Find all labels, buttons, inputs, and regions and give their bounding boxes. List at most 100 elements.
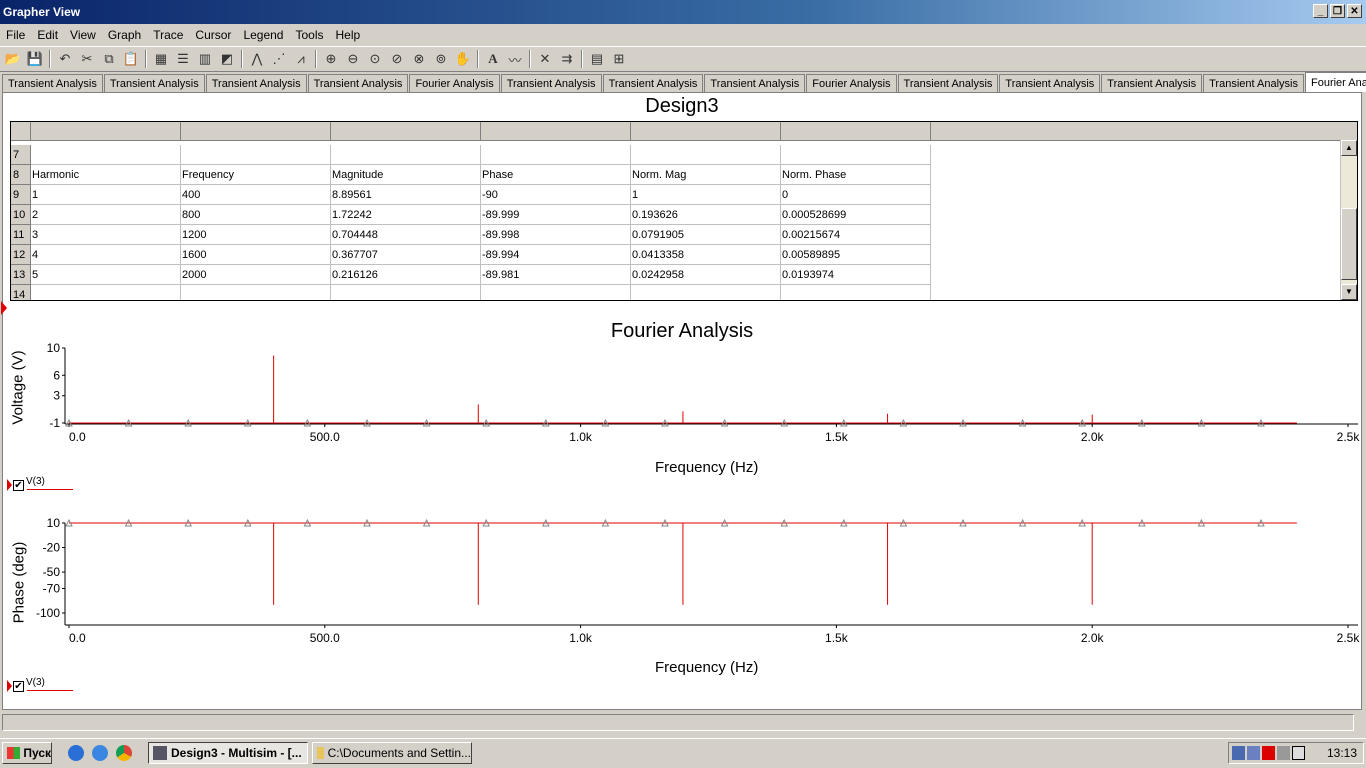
export-excel-icon[interactable]: ▤ — [586, 48, 608, 70]
menu-help[interactable]: Help — [330, 28, 367, 42]
table-cell[interactable]: 1600 — [181, 245, 331, 265]
table-cell[interactable]: -89.998 — [481, 225, 631, 245]
table-cell[interactable] — [631, 285, 781, 300]
menu-cursor[interactable]: Cursor — [189, 28, 237, 42]
row-number[interactable]: 7 — [11, 145, 31, 165]
table-cell[interactable]: -89.999 — [481, 205, 631, 225]
table-cell[interactable]: -89.981 — [481, 265, 631, 285]
table-vertical-scrollbar[interactable]: ▲ ▼ — [1340, 140, 1357, 300]
close-button[interactable]: ✕ — [1347, 4, 1362, 18]
taskbar-multisim[interactable]: Design3 - Multisim - [... — [148, 742, 308, 764]
minimize-button[interactable]: _ — [1313, 4, 1328, 18]
tab-analysis-active[interactable]: Fourier Analysis — [1304, 72, 1366, 92]
table-cell[interactable] — [31, 145, 181, 165]
zoom-area-icon[interactable]: ⊚ — [430, 48, 452, 70]
column-header[interactable] — [481, 122, 631, 140]
table-row[interactable]: 10 2 800 1.72242 -89.999 0.193626 0.000528699 — [11, 205, 931, 225]
scroll-up-icon[interactable]: ▲ — [1341, 140, 1357, 156]
restore-button[interactable]: ❐ — [1330, 4, 1345, 18]
graph-properties-icon[interactable]: ▥ — [194, 48, 216, 70]
copy-icon[interactable]: ⧉ — [98, 48, 120, 70]
table-cell[interactable]: 1 — [31, 185, 181, 205]
table-row[interactable]: 12 4 1600 0.367707 -89.994 0.0413358 0.0058989… — [11, 245, 931, 265]
table-cell[interactable] — [181, 285, 331, 300]
tab-analysis[interactable]: Transient Analysis — [2, 74, 103, 92]
legend-checkbox-checked-icon[interactable]: ✔ — [13, 479, 24, 491]
phase-legend[interactable]: ✔ V(3) — [7, 677, 73, 692]
table-cell[interactable]: 0.0413358 — [631, 245, 781, 265]
table-row[interactable]: 14 — [11, 285, 931, 300]
table-cell[interactable] — [331, 145, 481, 165]
add-trace-icon[interactable]: ⇉ — [556, 48, 578, 70]
scroll-down-icon[interactable]: ▼ — [1341, 284, 1357, 300]
start-button[interactable]: Пуск — [2, 742, 52, 764]
table-cell[interactable]: Frequency — [181, 165, 331, 185]
menu-tools[interactable]: Tools — [289, 28, 329, 42]
tab-analysis[interactable]: Transient Analysis — [1203, 74, 1304, 92]
zoom-full-icon[interactable]: ⊙ — [364, 48, 386, 70]
zoom-out-icon[interactable]: ⊖ — [342, 48, 364, 70]
tab-analysis[interactable]: Transient Analysis — [500, 74, 602, 92]
table-cell[interactable] — [331, 285, 481, 300]
table-cell[interactable]: Norm. Phase — [781, 165, 931, 185]
tab-analysis[interactable]: Transient Analysis — [307, 74, 409, 92]
table-cell[interactable]: 0.0193974 — [781, 265, 931, 285]
export-measurement-icon[interactable]: ⊞ — [608, 48, 630, 70]
table-row[interactable]: 8 Harmonic Frequency Magnitude Phase Norm. Ma… — [11, 165, 931, 185]
table-cell[interactable]: -90 — [481, 185, 631, 205]
volume-icon[interactable] — [1277, 746, 1290, 760]
menu-legend[interactable]: Legend — [237, 28, 289, 42]
table-row[interactable]: 11 3 1200 0.704448 -89.998 0.0791905 0.0021567… — [11, 225, 931, 245]
tab-analysis[interactable]: Transient Analysis — [704, 74, 806, 92]
menu-trace[interactable]: Trace — [147, 28, 189, 42]
table-row[interactable]: 7 — [11, 145, 931, 165]
tab-analysis[interactable]: Fourier Analysis — [409, 74, 500, 92]
table-cell[interactable]: 2000 — [181, 265, 331, 285]
row-number[interactable]: 8 — [11, 165, 31, 185]
taskbar-explorer[interactable]: C:\Documents and Settin... — [312, 742, 472, 764]
menu-edit[interactable]: Edit — [31, 28, 64, 42]
table-cell[interactable]: -89.994 — [481, 245, 631, 265]
table-cell[interactable]: 0.704448 — [331, 225, 481, 245]
table-cell[interactable]: 2 — [31, 205, 181, 225]
show-markers-icon[interactable]: ⋰ — [268, 48, 290, 70]
table-cell[interactable]: 0.216126 — [331, 265, 481, 285]
cursors-icon[interactable]: ⋀ — [246, 48, 268, 70]
scroll-thumb[interactable] — [1341, 208, 1357, 280]
antivirus-icon[interactable] — [1262, 746, 1275, 760]
table-cell[interactable]: Harmonic — [31, 165, 181, 185]
legend-checkbox-checked-icon[interactable]: ✔ — [13, 680, 24, 692]
table-cell[interactable] — [781, 145, 931, 165]
tab-analysis[interactable]: Transient Analysis — [1101, 74, 1203, 92]
tab-analysis[interactable]: Transient Analysis — [602, 74, 704, 92]
table-cell[interactable] — [481, 285, 631, 300]
row-number[interactable]: 14 — [11, 285, 31, 300]
column-header[interactable] — [781, 122, 931, 140]
open-folder-icon[interactable]: 📂 — [2, 48, 24, 70]
table-cell[interactable]: Norm. Mag — [631, 165, 781, 185]
tab-analysis[interactable]: Transient Analysis — [103, 74, 205, 92]
menu-view[interactable]: View — [64, 28, 102, 42]
table-cell[interactable] — [481, 145, 631, 165]
table-cell[interactable]: 4 — [31, 245, 181, 265]
zoom-x-icon[interactable]: ⊘ — [386, 48, 408, 70]
phase-chart[interactable]: 10 -20 -50 -70 -100 0.0 500.0 1.0k 1.5k 2.0k 2.5k — [3, 518, 1363, 658]
menu-graph[interactable]: Graph — [102, 28, 147, 42]
column-header[interactable] — [631, 122, 781, 140]
table-cell[interactable] — [631, 145, 781, 165]
row-number[interactable]: 12 — [11, 245, 31, 265]
table-cell[interactable]: 0.0242958 — [631, 265, 781, 285]
table-cell[interactable] — [781, 285, 931, 300]
column-header[interactable] — [331, 122, 481, 140]
ie-quicklaunch-icon[interactable] — [92, 745, 108, 761]
table-cell[interactable]: 0 — [781, 185, 931, 205]
table-cell[interactable]: 1.72242 — [331, 205, 481, 225]
table-cell[interactable] — [31, 285, 181, 300]
tray-app-icon[interactable] — [1292, 746, 1305, 760]
row-number[interactable]: 13 — [11, 265, 31, 285]
save-icon[interactable]: 💾 — [24, 48, 46, 70]
table-cell[interactable]: 1 — [631, 185, 781, 205]
paste-icon[interactable]: 📋 — [120, 48, 142, 70]
voltage-legend[interactable]: ✔ V(3) — [7, 476, 73, 491]
menu-file[interactable]: File — [0, 28, 31, 42]
